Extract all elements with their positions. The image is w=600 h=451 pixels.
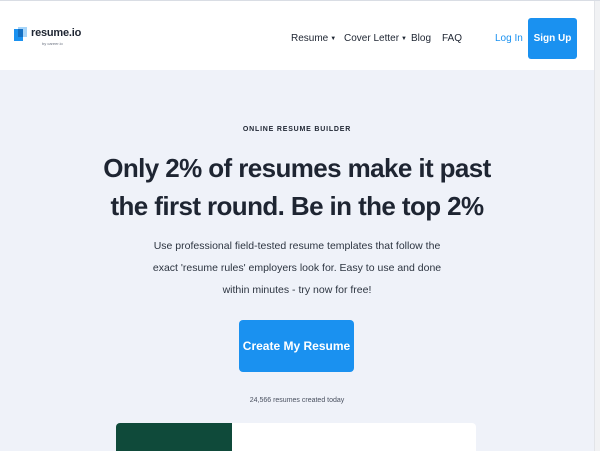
resumes-created-counter: 24,566 resumes created today <box>249 397 345 404</box>
nav-item-faq[interactable]: FAQ <box>442 33 462 44</box>
login-link[interactable]: Log In <box>495 33 523 44</box>
signup-button[interactable]: Sign Up <box>528 18 577 59</box>
site-logo[interactable]: resume.io by career.io <box>14 26 84 50</box>
nav-item-cover-letter[interactable]: Cover Letter ▼ <box>344 33 407 44</box>
nav-item-label: Resume <box>291 33 329 44</box>
chevron-down-icon: ▼ <box>330 36 337 42</box>
hero-headline: Only 2% of resumes make it past the firs… <box>103 153 491 221</box>
logo-text: resume.io <box>31 27 82 39</box>
logo-subtext: by career.io <box>42 41 63 46</box>
hero-eyebrow: ONLINE RESUME BUILDER <box>242 126 352 133</box>
create-resume-button[interactable]: Create My Resume <box>239 320 354 372</box>
hero-subtext: Use professional field-tested resume tem… <box>152 240 442 296</box>
chevron-down-icon: ▼ <box>401 36 407 42</box>
nav-item-label: Blog <box>411 33 432 44</box>
nav-item-blog[interactable]: Blog <box>411 33 431 44</box>
site-header: resume.io by career.io Resume ▼ Cover Let… <box>0 2 594 70</box>
nav-item-resume[interactable]: Resume ▼ <box>291 33 336 44</box>
vertical-scrollbar[interactable] <box>594 1 600 451</box>
browser-viewport: resume.io by career.io Resume ▼ Cover Let… <box>0 0 600 451</box>
resume-io-logo-icon <box>14 27 27 41</box>
resume-preview-sidebar <box>116 423 232 451</box>
nav-item-label: FAQ <box>442 33 463 44</box>
resume-preview-card <box>116 423 476 451</box>
hero-section: ONLINE RESUME BUILDER Only 2% of resumes… <box>0 70 594 451</box>
nav-item-label: Cover Letter <box>344 33 400 44</box>
